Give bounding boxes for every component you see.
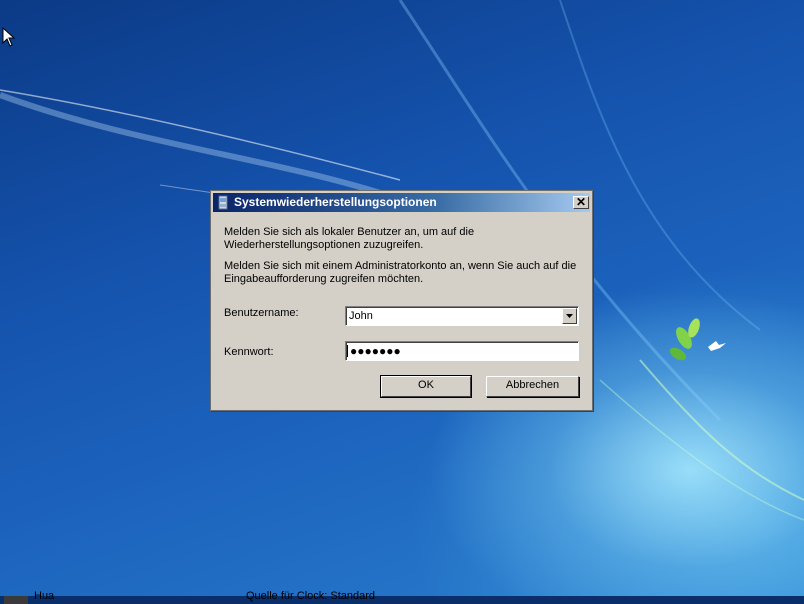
username-label: Benutzername:: [224, 307, 299, 319]
taskbar-icon: [4, 596, 28, 604]
dialog-title: Systemwiederherstellungsoptionen: [234, 195, 437, 209]
restore-app-icon: [218, 195, 228, 210]
username-value: John: [349, 310, 373, 322]
dialog-titlebar[interactable]: Systemwiederherstellungsoptionen ✕: [213, 193, 590, 212]
username-dropdown[interactable]: John: [345, 306, 579, 326]
instruction-text-admin: Melden Sie sich mit einem Administratork…: [224, 260, 577, 285]
close-button[interactable]: ✕: [573, 196, 589, 209]
bird-and-leaves-icon: [669, 318, 726, 361]
password-masked-value: ●●●●●●●: [350, 344, 401, 358]
instruction-text-local-user: Melden Sie sich als lokaler Benutzer an,…: [224, 226, 475, 251]
system-recovery-dialog: Systemwiederherstellungsoptionen ✕ Melde…: [210, 190, 593, 411]
cancel-button[interactable]: Abbrechen: [486, 376, 579, 397]
mouse-pointer-icon: [2, 27, 16, 47]
ok-button[interactable]: OK: [380, 375, 472, 398]
password-label: Kennwort:: [224, 346, 274, 358]
taskbar-left-text: Hua: [34, 590, 55, 602]
text-caret: [347, 344, 348, 357]
dropdown-button[interactable]: [562, 308, 577, 324]
password-field[interactable]: ●●●●●●●: [345, 341, 579, 361]
chevron-down-icon: [566, 314, 573, 318]
taskbar-center-text: Quelle für Clock: Standard: [246, 590, 376, 602]
